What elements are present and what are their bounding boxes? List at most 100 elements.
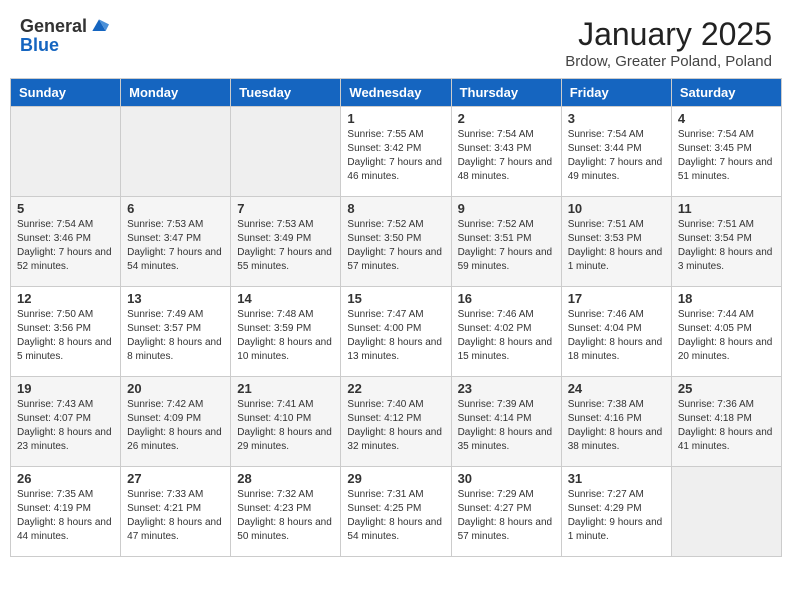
day-number: 31 bbox=[568, 471, 665, 486]
day-info: Sunrise: 7:51 AM Sunset: 3:54 PM Dayligh… bbox=[678, 218, 775, 274]
day-number: 8 bbox=[347, 201, 444, 216]
day-number: 30 bbox=[458, 471, 555, 486]
day-info: Sunrise: 7:54 AM Sunset: 3:46 PM Dayligh… bbox=[17, 218, 114, 274]
day-info: Sunrise: 7:40 AM Sunset: 4:12 PM Dayligh… bbox=[347, 398, 444, 454]
subtitle: Brdow, Greater Poland, Poland bbox=[565, 53, 772, 70]
logo-blue: Blue bbox=[20, 35, 59, 55]
calendar-cell: 9 Sunrise: 7:52 AM Sunset: 3:51 PM Daylig… bbox=[451, 197, 561, 287]
day-info: Sunrise: 7:46 AM Sunset: 4:02 PM Dayligh… bbox=[458, 308, 555, 364]
calendar-cell: 16 Sunrise: 7:46 AM Sunset: 4:02 PM Dayli… bbox=[451, 287, 561, 377]
day-info: Sunrise: 7:50 AM Sunset: 3:56 PM Dayligh… bbox=[17, 308, 114, 364]
calendar-cell: 15 Sunrise: 7:47 AM Sunset: 4:00 PM Dayli… bbox=[341, 287, 451, 377]
day-number: 2 bbox=[458, 111, 555, 126]
day-number: 4 bbox=[678, 111, 775, 126]
day-number: 11 bbox=[678, 201, 775, 216]
day-number: 20 bbox=[127, 381, 224, 396]
day-info: Sunrise: 7:44 AM Sunset: 4:05 PM Dayligh… bbox=[678, 308, 775, 364]
weekday-header-thursday: Thursday bbox=[451, 79, 561, 107]
day-info: Sunrise: 7:55 AM Sunset: 3:42 PM Dayligh… bbox=[347, 128, 444, 184]
day-info: Sunrise: 7:48 AM Sunset: 3:59 PM Dayligh… bbox=[237, 308, 334, 364]
day-number: 15 bbox=[347, 291, 444, 306]
day-info: Sunrise: 7:51 AM Sunset: 3:53 PM Dayligh… bbox=[568, 218, 665, 274]
day-info: Sunrise: 7:35 AM Sunset: 4:19 PM Dayligh… bbox=[17, 488, 114, 544]
day-number: 27 bbox=[127, 471, 224, 486]
weekday-header-tuesday: Tuesday bbox=[231, 79, 341, 107]
day-info: Sunrise: 7:47 AM Sunset: 4:00 PM Dayligh… bbox=[347, 308, 444, 364]
calendar-cell: 28 Sunrise: 7:32 AM Sunset: 4:23 PM Dayli… bbox=[231, 467, 341, 557]
day-info: Sunrise: 7:53 AM Sunset: 3:47 PM Dayligh… bbox=[127, 218, 224, 274]
day-info: Sunrise: 7:43 AM Sunset: 4:07 PM Dayligh… bbox=[17, 398, 114, 454]
day-info: Sunrise: 7:54 AM Sunset: 3:44 PM Dayligh… bbox=[568, 128, 665, 184]
weekday-header-monday: Monday bbox=[121, 79, 231, 107]
calendar-cell: 23Sunrise: 7:39 AM Sunset: 4:14 PM Dayli… bbox=[451, 377, 561, 467]
day-number: 16 bbox=[458, 291, 555, 306]
weekday-header-row: SundayMondayTuesdayWednesdayThursdayFrid… bbox=[11, 79, 782, 107]
day-info: Sunrise: 7:29 AM Sunset: 4:27 PM Dayligh… bbox=[458, 488, 555, 544]
week-row-2: 5Sunrise: 7:54 AM Sunset: 3:46 PM Daylig… bbox=[11, 197, 782, 287]
day-number: 12 bbox=[17, 291, 114, 306]
calendar-cell: 2 Sunrise: 7:54 AM Sunset: 3:43 PM Daylig… bbox=[451, 107, 561, 197]
day-number: 1 bbox=[347, 111, 444, 126]
day-number: 17 bbox=[568, 291, 665, 306]
calendar-cell: 21Sunrise: 7:41 AM Sunset: 4:10 PM Dayli… bbox=[231, 377, 341, 467]
calendar-cell: 14 Sunrise: 7:48 AM Sunset: 3:59 PM Dayli… bbox=[231, 287, 341, 377]
calendar-table: SundayMondayTuesdayWednesdayThursdayFrid… bbox=[10, 78, 782, 557]
day-number: 7 bbox=[237, 201, 334, 216]
weekday-header-friday: Friday bbox=[561, 79, 671, 107]
weekday-header-sunday: Sunday bbox=[11, 79, 121, 107]
calendar-cell: 6 Sunrise: 7:53 AM Sunset: 3:47 PM Daylig… bbox=[121, 197, 231, 287]
calendar-cell: 8Sunrise: 7:52 AM Sunset: 3:50 PM Daylig… bbox=[341, 197, 451, 287]
calendar-cell: 10 Sunrise: 7:51 AM Sunset: 3:53 PM Dayli… bbox=[561, 197, 671, 287]
logo: General Blue bbox=[20, 16, 109, 56]
day-number: 22 bbox=[347, 381, 444, 396]
day-number: 10 bbox=[568, 201, 665, 216]
day-info: Sunrise: 7:36 AM Sunset: 4:18 PM Dayligh… bbox=[678, 398, 775, 454]
day-number: 19 bbox=[17, 381, 114, 396]
day-info: Sunrise: 7:38 AM Sunset: 4:16 PM Dayligh… bbox=[568, 398, 665, 454]
calendar-cell: 7 Sunrise: 7:53 AM Sunset: 3:49 PM Daylig… bbox=[231, 197, 341, 287]
logo-general: General bbox=[20, 17, 87, 35]
day-number: 29 bbox=[347, 471, 444, 486]
calendar-container: SundayMondayTuesdayWednesdayThursdayFrid… bbox=[0, 78, 792, 567]
day-info: Sunrise: 7:54 AM Sunset: 3:43 PM Dayligh… bbox=[458, 128, 555, 184]
calendar-cell: 26Sunrise: 7:35 AM Sunset: 4:19 PM Dayli… bbox=[11, 467, 121, 557]
weekday-header-saturday: Saturday bbox=[671, 79, 781, 107]
day-number: 24 bbox=[568, 381, 665, 396]
day-number: 6 bbox=[127, 201, 224, 216]
day-number: 9 bbox=[458, 201, 555, 216]
calendar-cell: 4Sunrise: 7:54 AM Sunset: 3:45 PM Daylig… bbox=[671, 107, 781, 197]
calendar-cell bbox=[231, 107, 341, 197]
calendar-cell: 3 Sunrise: 7:54 AM Sunset: 3:44 PM Daylig… bbox=[561, 107, 671, 197]
day-info: Sunrise: 7:41 AM Sunset: 4:10 PM Dayligh… bbox=[237, 398, 334, 454]
week-row-5: 26Sunrise: 7:35 AM Sunset: 4:19 PM Dayli… bbox=[11, 467, 782, 557]
day-info: Sunrise: 7:33 AM Sunset: 4:21 PM Dayligh… bbox=[127, 488, 224, 544]
day-number: 28 bbox=[237, 471, 334, 486]
week-row-4: 19 Sunrise: 7:43 AM Sunset: 4:07 PM Dayli… bbox=[11, 377, 782, 467]
day-number: 14 bbox=[237, 291, 334, 306]
logo-icon bbox=[89, 16, 109, 36]
day-number: 3 bbox=[568, 111, 665, 126]
day-info: Sunrise: 7:31 AM Sunset: 4:25 PM Dayligh… bbox=[347, 488, 444, 544]
day-info: Sunrise: 7:32 AM Sunset: 4:23 PM Dayligh… bbox=[237, 488, 334, 544]
weekday-header-wednesday: Wednesday bbox=[341, 79, 451, 107]
calendar-cell: 19 Sunrise: 7:43 AM Sunset: 4:07 PM Dayli… bbox=[11, 377, 121, 467]
day-info: Sunrise: 7:46 AM Sunset: 4:04 PM Dayligh… bbox=[568, 308, 665, 364]
week-row-3: 12 Sunrise: 7:50 AM Sunset: 3:56 PM Dayli… bbox=[11, 287, 782, 377]
day-number: 13 bbox=[127, 291, 224, 306]
calendar-cell: 17 Sunrise: 7:46 AM Sunset: 4:04 PM Dayli… bbox=[561, 287, 671, 377]
calendar-cell: 18 Sunrise: 7:44 AM Sunset: 4:05 PM Dayli… bbox=[671, 287, 781, 377]
calendar-cell: 29 Sunrise: 7:31 AM Sunset: 4:25 PM Dayli… bbox=[341, 467, 451, 557]
calendar-cell bbox=[671, 467, 781, 557]
calendar-cell: 24 Sunrise: 7:38 AM Sunset: 4:16 PM Dayli… bbox=[561, 377, 671, 467]
calendar-cell: 27 Sunrise: 7:33 AM Sunset: 4:21 PM Dayli… bbox=[121, 467, 231, 557]
day-info: Sunrise: 7:52 AM Sunset: 3:51 PM Dayligh… bbox=[458, 218, 555, 274]
day-number: 18 bbox=[678, 291, 775, 306]
page-header: General Blue January 2025 Brdow, Greater… bbox=[0, 0, 792, 78]
week-row-1: 1 Sunrise: 7:55 AM Sunset: 3:42 PM Daylig… bbox=[11, 107, 782, 197]
day-info: Sunrise: 7:27 AM Sunset: 4:29 PM Dayligh… bbox=[568, 488, 665, 544]
calendar-cell: 1 Sunrise: 7:55 AM Sunset: 3:42 PM Daylig… bbox=[341, 107, 451, 197]
day-info: Sunrise: 7:49 AM Sunset: 3:57 PM Dayligh… bbox=[127, 308, 224, 364]
day-info: Sunrise: 7:53 AM Sunset: 3:49 PM Dayligh… bbox=[237, 218, 334, 274]
calendar-cell: 13 Sunrise: 7:49 AM Sunset: 3:57 PM Dayli… bbox=[121, 287, 231, 377]
calendar-cell: 11 Sunrise: 7:51 AM Sunset: 3:54 PM Dayli… bbox=[671, 197, 781, 287]
